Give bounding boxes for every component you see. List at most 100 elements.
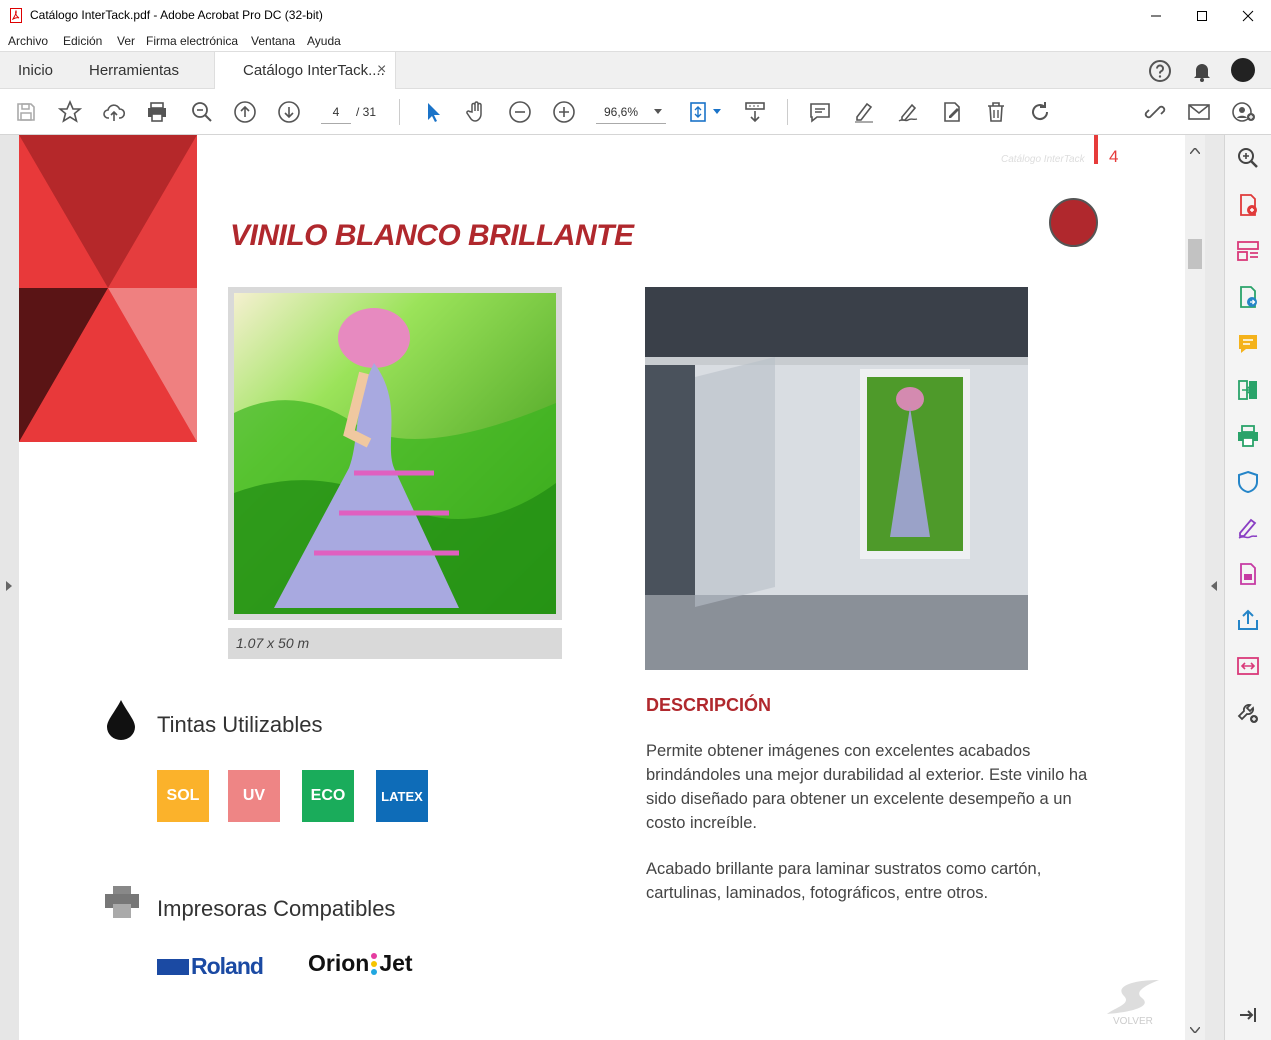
color-swatch-circle <box>1049 198 1098 247</box>
tools-pane <box>1224 135 1271 1040</box>
close-icon <box>1242 10 1254 21</box>
edit-pdf-icon[interactable] <box>1236 562 1260 586</box>
chevron-down-icon[interactable] <box>713 109 721 115</box>
product-photo-frame <box>228 287 562 620</box>
hand-tool-icon[interactable] <box>462 98 490 126</box>
page-total: / 31 <box>356 105 377 119</box>
zoom-out-search-icon[interactable] <box>188 98 216 126</box>
maximize-icon <box>1197 10 1207 21</box>
compare-files-icon[interactable] <box>1236 654 1260 678</box>
menu-ayuda[interactable]: Ayuda <box>307 34 341 48</box>
scroll-down-arrow-icon[interactable] <box>1190 1027 1200 1033</box>
highlight-pen-icon[interactable] <box>850 98 878 126</box>
vertical-scrollbar[interactable] <box>1185 135 1205 1040</box>
toolbar-divider <box>787 99 788 125</box>
scroll-up-arrow-icon[interactable] <box>1190 148 1200 154</box>
previous-page-icon[interactable] <box>231 98 259 126</box>
footer-brand: VOLVER <box>1113 1016 1153 1027</box>
create-pdf-icon[interactable] <box>1236 193 1260 217</box>
comment-icon[interactable] <box>806 98 834 126</box>
tab-document[interactable]: Catálogo InterTack.... × <box>214 52 396 89</box>
help-icon[interactable] <box>1148 59 1172 83</box>
next-page-icon[interactable] <box>275 98 303 126</box>
zoom-in-icon[interactable] <box>550 98 578 126</box>
share-link-icon[interactable] <box>1141 98 1169 126</box>
ink-badge-sol: SOL <box>157 770 209 822</box>
roland-logo-text: Roland <box>191 953 264 979</box>
roland-logo: Roland <box>157 953 264 980</box>
email-icon[interactable] <box>1185 98 1213 126</box>
collapse-right-panel-icon[interactable] <box>1211 581 1217 591</box>
scroll-mode-icon[interactable] <box>741 98 769 126</box>
zoom-level-value: 96,6% <box>604 105 639 119</box>
edit-document-icon[interactable] <box>938 98 966 126</box>
document-viewer[interactable]: Catálogo InterTack 4 VINILO BLANCO BRILL… <box>0 135 1224 1040</box>
print-production-icon[interactable] <box>1236 424 1260 448</box>
zoom-level-select[interactable]: 96,6% <box>596 100 666 124</box>
print-icon[interactable] <box>143 98 171 126</box>
header-brand: Catálogo InterTack <box>1001 154 1085 165</box>
add-user-icon[interactable] <box>1230 98 1258 126</box>
tab-tools[interactable]: Herramientas <box>89 52 179 89</box>
close-button[interactable] <box>1225 0 1271 31</box>
menu-firma[interactable]: Firma electrónica <box>146 34 238 48</box>
description-title: DESCRIPCIÓN <box>646 695 772 715</box>
menu-ventana[interactable]: Ventana <box>251 34 295 48</box>
organize-pages-icon[interactable] <box>1236 239 1260 263</box>
header-accent-bar <box>1094 135 1098 164</box>
printers-section-title: Impresoras Compatibles <box>157 896 396 921</box>
toolbar: 4 / 31 96,6% <box>0 89 1271 135</box>
collapse-tools-pane-icon[interactable] <box>1236 1003 1260 1027</box>
notifications-bell-icon[interactable] <box>1190 59 1214 83</box>
volver-logo-mark <box>1107 980 1159 1014</box>
orion-text: Orion <box>308 950 370 976</box>
minimize-icon <box>1151 15 1161 16</box>
title-bar: Catálogo InterTack.pdf - Adobe Acrobat P… <box>0 0 1271 31</box>
menu-bar: Archivo Edición Ver Firma electrónica Ve… <box>0 31 1271 51</box>
ink-badge-eco: ECO <box>302 770 354 822</box>
fill-sign-icon[interactable] <box>1236 516 1260 540</box>
page-number-input[interactable]: 4 <box>321 100 351 124</box>
protect-shield-icon[interactable] <box>1236 470 1260 494</box>
more-tools-icon[interactable] <box>1236 701 1260 725</box>
toolbar-divider <box>399 99 400 125</box>
window-title: Catálogo InterTack.pdf - Adobe Acrobat P… <box>30 8 323 22</box>
menu-ver[interactable]: Ver <box>117 34 135 48</box>
delete-trash-icon[interactable] <box>982 98 1010 126</box>
comment-icon[interactable] <box>1236 332 1260 356</box>
left-nav-gutter <box>0 135 19 1040</box>
upload-cloud-icon[interactable] <box>100 98 128 126</box>
select-cursor-icon[interactable] <box>419 98 447 126</box>
menu-edicion[interactable]: Edición <box>63 34 102 48</box>
orionjet-logo: Orion Jet <box>308 950 413 977</box>
pdf-page: Catálogo InterTack 4 VINILO BLANCO BRILL… <box>19 135 1185 1040</box>
jet-text: Jet <box>379 950 413 976</box>
tab-home[interactable]: Inicio <box>18 52 53 89</box>
send-share-icon[interactable] <box>1236 608 1260 632</box>
tab-close-icon[interactable]: × <box>377 61 386 79</box>
inks-section-title: Tintas Utilizables <box>157 712 323 737</box>
right-panel-gutter <box>1205 135 1224 1040</box>
fit-page-icon[interactable] <box>686 98 714 126</box>
ink-badge-uv: UV <box>228 770 280 822</box>
rotate-icon[interactable] <box>1026 98 1054 126</box>
expand-left-panel-icon[interactable] <box>6 581 12 591</box>
draw-sign-icon[interactable] <box>894 98 922 126</box>
scrollbar-thumb[interactable] <box>1188 239 1202 269</box>
bookmark-star-icon[interactable] <box>56 98 84 126</box>
export-pdf-icon[interactable] <box>1236 285 1260 309</box>
user-avatar[interactable] <box>1231 58 1255 82</box>
image-caption-bar: 1.07 x 50 m <box>228 628 562 659</box>
image-caption: 1.07 x 50 m <box>236 635 310 651</box>
menu-archivo[interactable]: Archivo <box>8 34 48 48</box>
storefront-display-photo <box>645 287 1028 670</box>
tab-bar: Inicio Herramientas Catálogo InterTack..… <box>0 51 1271 89</box>
girl-in-field-photo <box>234 293 556 614</box>
zoom-out-icon[interactable] <box>506 98 534 126</box>
save-icon[interactable] <box>12 98 40 126</box>
combine-files-icon[interactable] <box>1236 378 1260 402</box>
maximize-button[interactable] <box>1179 0 1225 31</box>
minimize-button[interactable] <box>1133 0 1179 31</box>
zoom-search-icon[interactable] <box>1236 146 1260 170</box>
acrobat-icon <box>10 8 22 23</box>
